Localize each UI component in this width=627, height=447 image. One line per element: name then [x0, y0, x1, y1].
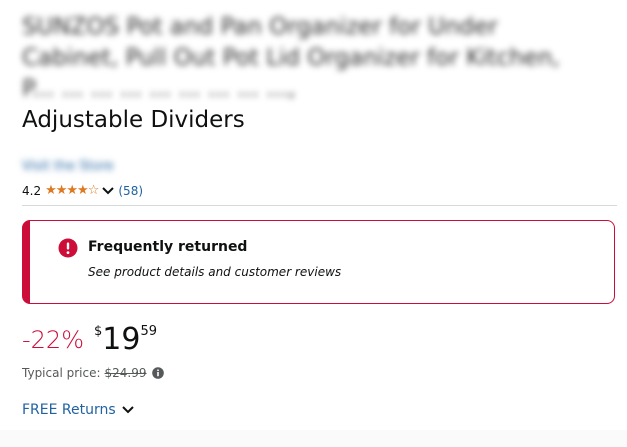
product-title-line-4: Adjustable Dividers: [22, 107, 245, 133]
info-icon[interactable]: [151, 367, 164, 379]
alert-title: Frequently returned: [88, 239, 248, 255]
price-fraction: 59: [140, 324, 158, 339]
discount-percentage: -22%: [22, 326, 85, 354]
store-link[interactable]: Visit the Store: [22, 159, 114, 174]
chevron-down-icon[interactable]: [102, 184, 115, 198]
rating-row[interactable]: 4.2 ★★★★☆ (58): [22, 183, 143, 198]
bottom-edge: [0, 430, 627, 447]
product-title: SUNZOS Pot and Pan Organizer for Under C…: [22, 12, 617, 136]
rating-value: 4.2: [22, 183, 42, 198]
typical-price-label: Typical price:: [22, 366, 101, 380]
price-row: -22% $ 19 59: [22, 322, 157, 358]
alert-icon: [58, 238, 78, 258]
divider: [22, 205, 617, 206]
frequently-returned-alert: Frequently returned See product details …: [22, 220, 615, 304]
price-currency-symbol: $: [94, 324, 103, 339]
alert-subtitle: See product details and customer reviews: [88, 265, 342, 279]
typical-price-value: $24.99: [104, 366, 147, 380]
rating-count-link[interactable]: (58): [118, 184, 143, 198]
price: $ 19 59: [94, 322, 157, 358]
price-whole: 19: [102, 322, 141, 357]
product-title-line-3: P... ... ... ... ... ... ... ... ...,: [22, 76, 296, 102]
product-title-line-2: Cabinet, Pull Out Pot Lid Organizer for …: [22, 45, 560, 71]
free-returns-link[interactable]: FREE Returns: [22, 402, 134, 418]
typical-price-row: Typical price: $24.99: [22, 366, 164, 380]
product-title-line-1: SUNZOS Pot and Pan Organizer for Under: [22, 14, 498, 40]
store-link-text: Visit the Store: [22, 159, 114, 174]
chevron-down-icon: [121, 402, 134, 418]
star-rating-icon: ★★★★☆: [45, 183, 99, 198]
free-returns-label: FREE Returns: [22, 402, 116, 418]
